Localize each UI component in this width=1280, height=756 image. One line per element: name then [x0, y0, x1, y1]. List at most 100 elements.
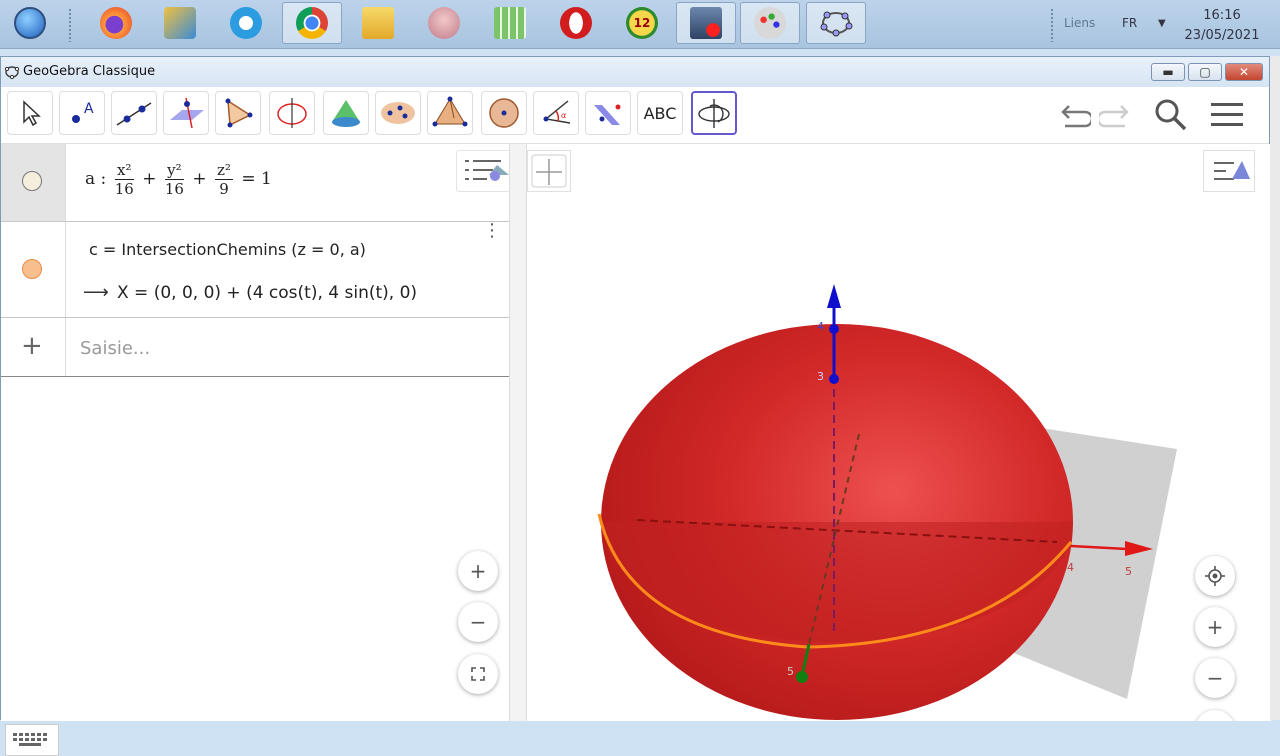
- reflect-plane-icon: [594, 104, 621, 125]
- tool-pyramid[interactable]: [427, 91, 473, 135]
- right-scrollbar[interactable]: [1270, 56, 1280, 720]
- language-indicator[interactable]: FR: [1122, 16, 1137, 30]
- visibility-toggle-a[interactable]: [22, 171, 42, 191]
- keyboard-button[interactable]: [5, 724, 59, 756]
- taskbar-ie[interactable]: [216, 2, 276, 44]
- taskbar-opera[interactable]: [546, 2, 606, 44]
- tray-links-label[interactable]: Liens: [1064, 16, 1095, 30]
- z-axis-arrow: [827, 284, 841, 308]
- tool-text[interactable]: ABC: [637, 91, 683, 135]
- clock[interactable]: 16:16 23/05/2021: [1180, 6, 1264, 46]
- close-button[interactable]: ✕: [1225, 63, 1263, 81]
- zoom-out-button[interactable]: −: [1195, 658, 1235, 698]
- style-bar-toggle[interactable]: [456, 150, 516, 192]
- arrow-icon: ⟶: [83, 282, 109, 303]
- more-options-icon[interactable]: ⋮: [483, 222, 501, 240]
- hamburger-menu-icon: [1211, 103, 1243, 126]
- visibility-toggle-c[interactable]: [22, 259, 42, 279]
- algebra-style-icon: [465, 160, 509, 181]
- undo-button[interactable]: [1055, 97, 1091, 133]
- fullscreen-button-left[interactable]: [458, 654, 498, 694]
- algebra-input-row[interactable]: + Saisie...: [1, 318, 509, 377]
- taskbar-tools[interactable]: [150, 2, 210, 44]
- maximize-button[interactable]: ▢: [1188, 63, 1222, 81]
- minus-icon: −: [469, 610, 487, 634]
- taskbar-explorer[interactable]: [348, 2, 408, 44]
- definition-c[interactable]: c = IntersectionChemins (z = 0, a): [89, 240, 366, 259]
- target-icon: [1205, 566, 1225, 586]
- taskbar-app-brain[interactable]: [414, 2, 474, 44]
- video-record-icon: [690, 7, 722, 39]
- scene-3d[interactable]: 4 5 4 3 5: [527, 144, 1271, 721]
- folder-icon: [362, 7, 394, 39]
- zoom-in-button[interactable]: +: [1195, 607, 1235, 647]
- taskbar-chrome[interactable]: [282, 2, 342, 44]
- tray-grip[interactable]: [1050, 8, 1054, 42]
- text-tool-label: ABC: [643, 103, 677, 123]
- tool-polygon[interactable]: [215, 91, 261, 135]
- tool-perpendicular-plane[interactable]: [163, 91, 209, 135]
- tool-circle-axis[interactable]: [269, 91, 315, 135]
- minimize-button[interactable]: ▬: [1151, 63, 1185, 81]
- start-button[interactable]: [0, 2, 60, 44]
- geogebra-window: GeoGebra Classique ▬ ▢ ✕ A α ABC a: x² …: [0, 56, 1271, 756]
- numerator-y: y²: [164, 161, 184, 180]
- line-icon: [116, 102, 152, 126]
- tray-dropdown-icon[interactable]: ▼: [1158, 18, 1166, 29]
- tool-angle[interactable]: α: [533, 91, 579, 135]
- angle-icon: α: [543, 100, 571, 124]
- graphics-3d-view[interactable]: 4 5 4 3 5 + −: [527, 144, 1271, 721]
- y-tick-5-marker: [796, 671, 808, 683]
- clock-12-icon: 12: [626, 7, 658, 39]
- keyboard-icon: [13, 733, 47, 746]
- taskbar-paint[interactable]: [740, 2, 800, 44]
- taskbar: 12 Liens FR ▼ 16:16 23/05/2021: [0, 0, 1280, 49]
- numerator-x: x²: [114, 161, 134, 180]
- main-menu-button[interactable]: [1209, 97, 1245, 133]
- clock-date: 23/05/2021: [1184, 28, 1260, 43]
- fullscreen-icon: [471, 667, 485, 681]
- redo-button[interactable]: [1099, 97, 1135, 133]
- title-bar[interactable]: GeoGebra Classique ▬ ▢ ✕: [1, 57, 1269, 87]
- input-marker: +: [1, 318, 66, 376]
- zoom-in-button-left[interactable]: +: [458, 551, 498, 591]
- tool-rotate-view[interactable]: [691, 91, 737, 135]
- standard-view-button[interactable]: [1195, 556, 1235, 596]
- value-c: X = (0, 0, 0) + (4 cos(t), 4 sin(t), 0): [117, 283, 418, 303]
- zoom-out-button-left[interactable]: −: [458, 602, 498, 642]
- equation-a[interactable]: a : x² 16 + y² 16 + z² 9 = 1: [85, 161, 272, 198]
- tool-points-on-object[interactable]: [375, 91, 421, 135]
- chrome-icon: [296, 7, 328, 39]
- algebra-input[interactable]: Saisie...: [80, 338, 150, 359]
- taskbar-clock-app[interactable]: 12: [612, 2, 672, 44]
- spreadsheet-icon: [494, 7, 526, 39]
- svg-text:α: α: [561, 111, 566, 120]
- taskbar-firefox[interactable]: [86, 2, 146, 44]
- svg-text:A: A: [84, 101, 94, 117]
- brain-icon: [428, 7, 460, 39]
- search-button[interactable]: [1153, 97, 1189, 133]
- taskbar-calc[interactable]: [480, 2, 540, 44]
- equation-rhs: 1: [260, 169, 272, 189]
- geogebra-small-icon: [4, 66, 20, 80]
- tool-cone[interactable]: [323, 91, 369, 135]
- panel-divider[interactable]: [509, 144, 527, 721]
- plus-icon: +: [469, 559, 487, 583]
- taskbar-grip[interactable]: [68, 8, 72, 42]
- z-tick-3: 3: [817, 370, 824, 383]
- tool-reflect[interactable]: [585, 91, 631, 135]
- algebra-row-c[interactable]: c = IntersectionChemins (z = 0, a) ⟶ X =…: [1, 222, 509, 318]
- fraction-z: z² 9: [215, 161, 233, 198]
- taskbar-video[interactable]: [676, 2, 736, 44]
- algebra-row-a[interactable]: a : x² 16 + y² 16 + z² 9 = 1: [1, 144, 516, 222]
- add-icon[interactable]: +: [21, 331, 43, 361]
- pyramid-icon: [432, 96, 468, 127]
- denominator-y: 16: [164, 180, 184, 198]
- tool-move[interactable]: [7, 91, 53, 135]
- taskbar-geogebra[interactable]: [806, 2, 866, 44]
- tool-line[interactable]: [111, 91, 157, 135]
- tool-point[interactable]: A: [59, 91, 105, 135]
- tool-sphere[interactable]: [481, 91, 527, 135]
- plus-icon: +: [1206, 615, 1224, 639]
- object-name-a: a: [85, 169, 96, 189]
